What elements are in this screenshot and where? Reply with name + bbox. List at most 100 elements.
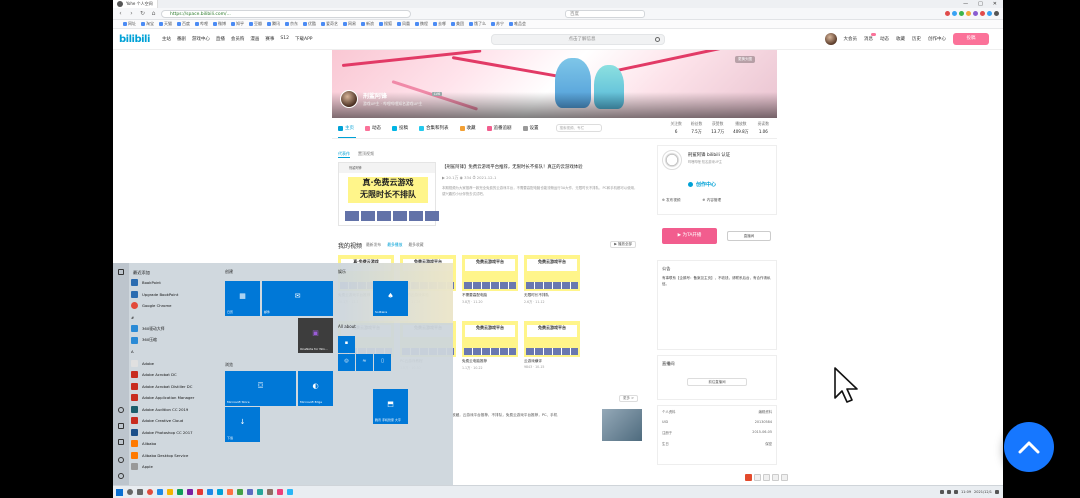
- play-all-button[interactable]: ▶ 播放全部: [610, 241, 636, 248]
- volume-icon[interactable]: [946, 490, 951, 494]
- onenote-tile[interactable]: ▣ OneNote for Win...: [298, 318, 333, 353]
- nav-item[interactable]: 游戏中心: [192, 36, 210, 42]
- solitaire-tile[interactable]: ♠ Solitaire: [373, 281, 408, 316]
- download-tile[interactable]: ↓ 下载: [225, 407, 260, 442]
- video-title[interactable]: 免费云电脑推荐: [462, 359, 518, 364]
- bookmark-item[interactable]: 新浪: [361, 21, 374, 27]
- nav-item[interactable]: 番剧: [177, 36, 186, 42]
- bilibili-search-input[interactable]: 点击了解信息: [491, 34, 665, 45]
- header-link-favorites[interactable]: 收藏: [896, 36, 905, 42]
- feature-title[interactable]: 【刑鲨阿锋】免费云游戏平台推荐，无限时长不排队！真正的云游戏体验: [442, 164, 642, 170]
- extension-icon[interactable]: [966, 11, 971, 16]
- nav-item[interactable]: S12: [280, 36, 289, 42]
- bookmark-item[interactable]: 凤凰: [397, 21, 410, 27]
- app-icon[interactable]: [157, 489, 163, 495]
- bookmark-item[interactable]: 微博: [213, 21, 226, 27]
- edit-profile-link[interactable]: 编辑资料: [758, 409, 772, 414]
- small-tile[interactable]: ≈: [356, 354, 373, 371]
- clock[interactable]: 11:09: [961, 490, 971, 494]
- up-avatar[interactable]: [340, 90, 358, 108]
- picture-icon[interactable]: [118, 439, 124, 445]
- bookmark-item[interactable]: 爱奇艺: [321, 21, 338, 27]
- publish-video-button[interactable]: ⊕ 发布视频: [662, 198, 681, 203]
- bookmark-item[interactable]: 腾讯: [267, 21, 280, 27]
- app-item[interactable]: 360压缩: [131, 335, 221, 347]
- creator-center-link[interactable]: 创作中心: [688, 181, 716, 188]
- ime-emoji-icon[interactable]: [772, 474, 779, 481]
- video-card[interactable]: 免费云游戏平台 无限时长不排队 2.6万 · 11-12: [524, 255, 580, 305]
- app-item[interactable]: Alibaba Desktop Service: [131, 450, 221, 462]
- chrome-icon[interactable]: [147, 489, 153, 495]
- minimize-button[interactable]: —: [963, 1, 968, 7]
- folder-icon[interactable]: [167, 489, 173, 495]
- user-icon[interactable]: [118, 407, 124, 413]
- app-item[interactable]: BookPoint: [131, 277, 221, 289]
- header-link-history[interactable]: 历史: [912, 36, 921, 42]
- header-link-messages[interactable]: 消息: [864, 33, 876, 42]
- mail-tile[interactable]: ✉ 邮件: [262, 281, 333, 316]
- ime-keyboard-icon[interactable]: [781, 474, 788, 481]
- app-item[interactable]: Adobe Creative Cloud: [131, 415, 221, 427]
- bookmark-item[interactable]: 网址: [123, 21, 136, 27]
- video-title[interactable]: 不需要高配电脑: [462, 293, 518, 298]
- bookmark-item[interactable]: 哔哩: [195, 21, 208, 27]
- goto-live-button[interactable]: 前往直播间: [687, 378, 747, 386]
- dynamic-thumbnail[interactable]: [602, 409, 642, 441]
- app-item[interactable]: Adobe Photoshop CC 2017: [131, 427, 221, 439]
- battery-icon[interactable]: [953, 490, 958, 494]
- ime-mode-icon[interactable]: [754, 474, 761, 481]
- nav-item[interactable]: 下载APP: [295, 36, 313, 42]
- tab-masterpiece[interactable]: 代表作: [338, 151, 350, 158]
- settings-icon[interactable]: [118, 457, 124, 463]
- bookmark-item[interactable]: 百度: [177, 21, 190, 27]
- app-icon[interactable]: [197, 489, 203, 495]
- browser-search-input[interactable]: 百度: [565, 9, 645, 18]
- search-icon[interactable]: [127, 489, 133, 495]
- app-icon[interactable]: [277, 489, 283, 495]
- bookmark-item[interactable]: 去哪: [433, 21, 446, 27]
- avatar[interactable]: [824, 33, 837, 45]
- app-icon[interactable]: [227, 489, 233, 495]
- store-tile[interactable]: ⛋ Microsoft Store: [225, 371, 296, 406]
- task-view-icon[interactable]: [137, 489, 143, 495]
- maximize-button[interactable]: □: [978, 1, 983, 7]
- stat-fans[interactable]: 粉丝数 7.5万: [691, 121, 702, 135]
- feature-video-thumbnail[interactable]: 刑鲨阿锋 真·免费云游戏 无限时长不排队: [338, 162, 439, 226]
- bookmark-item[interactable]: 知乎: [231, 21, 244, 27]
- app-item[interactable]: Adobe Audition CC 2019: [131, 404, 221, 416]
- tab-collections[interactable]: 合集和列表: [419, 125, 449, 131]
- calendar-tile[interactable]: ▦ 日历: [225, 281, 260, 316]
- bookmark-item[interactable]: 天猫: [159, 21, 172, 27]
- bookmark-item[interactable]: 饿了么: [469, 21, 486, 27]
- app-icon[interactable]: [267, 489, 273, 495]
- bookmark-item[interactable]: 京东: [285, 21, 298, 27]
- bookmark-item[interactable]: 苏宁: [491, 21, 504, 27]
- url-input[interactable]: https://space.bilibili.com/...: [161, 9, 411, 18]
- letter-header[interactable]: #: [131, 312, 221, 324]
- tab-uploads[interactable]: 投稿: [392, 125, 408, 131]
- nav-item[interactable]: 主站: [162, 36, 171, 42]
- tab-favorites[interactable]: 收藏: [459, 125, 476, 131]
- browser-tab[interactable]: Yohe 个人空间: [113, 0, 158, 8]
- edge-tile[interactable]: ◐ Microsoft Edge: [298, 371, 333, 406]
- tab-dynamic[interactable]: 动态: [365, 125, 381, 131]
- extension-icon[interactable]: [987, 11, 992, 16]
- app-item[interactable]: Adobe Application Manager: [131, 392, 221, 404]
- app-icon[interactable]: [177, 489, 183, 495]
- live-room-button[interactable]: 直播间: [727, 231, 771, 241]
- extension-icon[interactable]: [952, 11, 957, 16]
- header-link-vip[interactable]: 大会员: [844, 36, 858, 42]
- tab-settings[interactable]: 设置: [522, 125, 539, 131]
- bookmark-item[interactable]: 豆瓣: [249, 21, 262, 27]
- bookmark-item[interactable]: 携程: [415, 21, 428, 27]
- app-item[interactable]: Google Chrome: [131, 300, 221, 312]
- menu-icon[interactable]: [994, 11, 999, 16]
- sort-most-played[interactable]: 最多播放: [387, 242, 402, 248]
- tab-home[interactable]: 主页: [338, 125, 354, 131]
- tab-bangumi[interactable]: 追番追剧: [486, 125, 512, 131]
- nav-item[interactable]: 漫画: [250, 36, 259, 42]
- scroll-top-button[interactable]: [1004, 422, 1054, 472]
- power-icon[interactable]: [118, 473, 124, 479]
- nav-item[interactable]: 会员购: [231, 36, 245, 42]
- bookmark-item[interactable]: 优酷: [303, 21, 316, 27]
